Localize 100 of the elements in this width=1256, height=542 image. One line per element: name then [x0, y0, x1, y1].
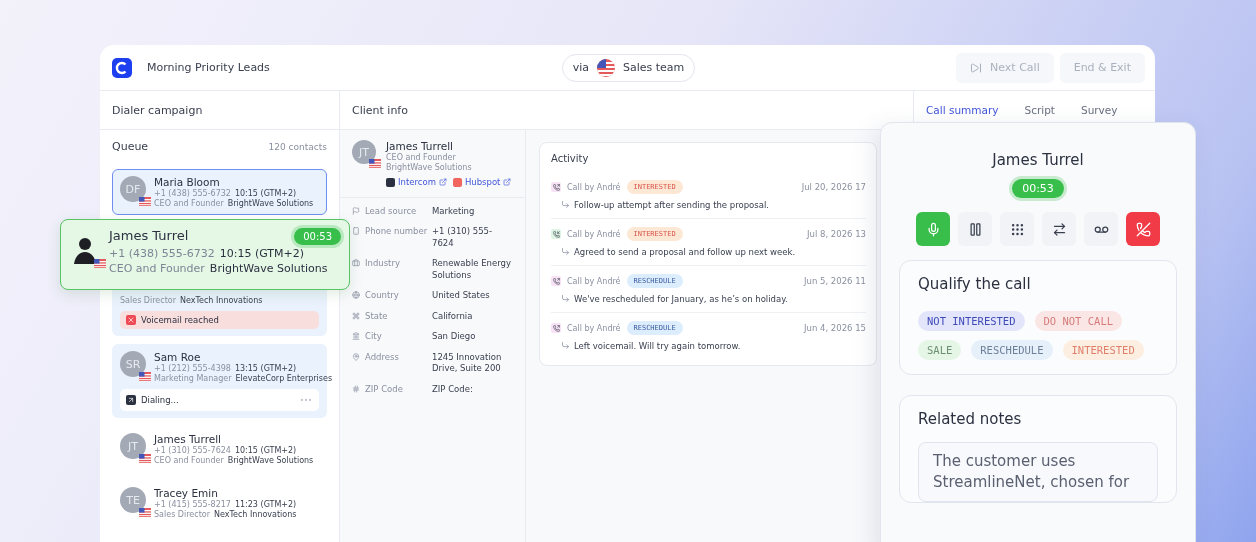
column-title: Dialer campaign: [100, 91, 339, 130]
field-label: Country: [352, 290, 432, 302]
contact-company: BrightWave Solutions: [227, 199, 314, 208]
status-text: Dialing...: [141, 395, 179, 405]
us-flag-icon: [139, 372, 151, 381]
field-value: +1 (310) 555-7624: [432, 226, 494, 250]
field-value: Renewable Energy Solutions: [432, 258, 512, 282]
contact-role: Sales Director: [154, 510, 210, 519]
contact-company: NexTech Innovations: [214, 510, 297, 519]
voicemail-button[interactable]: [1084, 212, 1118, 246]
campaign-title: Morning Priority Leads: [147, 61, 270, 74]
card-title: Related notes: [918, 410, 1023, 428]
call-note: Follow-up attempt after sending the proposal.: [551, 200, 866, 210]
avatar: TE: [120, 487, 146, 513]
pause-icon: [967, 221, 983, 237]
field-label: Lead source: [352, 206, 432, 218]
outcome-chip[interactable]: SALE: [918, 340, 962, 360]
flag-icon: [352, 207, 360, 215]
reply-arrow-icon: [561, 341, 570, 350]
queue-item[interactable]: TE Tracey Emin +1 (415) 555-8217 11:23 (GTM+2) Sales Director NexTech Innovations: [112, 480, 327, 526]
caller-text: Call by André: [567, 182, 621, 192]
queue-title: Queue: [112, 140, 149, 153]
reply-arrow-icon: [561, 294, 570, 303]
contact-role: CEO and Founder: [154, 456, 224, 465]
call-note: Left voicemail. Will try again tomorrow.: [551, 341, 866, 351]
contact-name: James Turrell: [154, 433, 221, 445]
us-flag-icon: [139, 454, 151, 463]
field-label: Address: [352, 351, 432, 375]
arrow-icon: [126, 395, 136, 405]
close-icon: [126, 315, 136, 325]
us-flag-icon: [94, 259, 106, 268]
caller-phone: +1 (438) 555-6732: [109, 247, 215, 260]
contact-phone: +1 (415) 555-8217: [154, 500, 231, 509]
incoming-call-icon: [551, 229, 561, 239]
globe-icon: [352, 291, 360, 300]
transfer-button[interactable]: [1042, 212, 1076, 246]
call-note: We've rescheduled for January, as he’s on holiday.: [551, 294, 866, 304]
reply-arrow-icon: [561, 200, 570, 209]
external-link-icon: [438, 178, 447, 186]
caller-text: Call by André: [567, 323, 621, 333]
client-role: CEO and Founder: [386, 153, 457, 162]
us-flag-icon: [597, 58, 615, 77]
tab[interactable]: Call summary: [926, 104, 999, 116]
field-label: State: [352, 310, 432, 323]
contact-time: 10:15 (GTM+2): [234, 446, 297, 455]
queue-item[interactable]: JT James Turrell +1 (310) 555-7624 10:15 (GTM+2) CEO and Founder BrightWave Solutions: [112, 426, 327, 472]
call-timer: 00:53: [1012, 179, 1064, 198]
mic-icon: [925, 221, 941, 237]
us-flag-icon: [139, 197, 151, 206]
outgoing-call-icon: [551, 276, 561, 286]
contact-role: Marketing Manager: [154, 374, 232, 383]
app-icon: [452, 177, 462, 187]
call-date: Jun 4, 2026 15: [804, 323, 866, 333]
contact-role: Sales Director: [120, 296, 176, 305]
outcome-chip[interactable]: NOT INTERESTED: [918, 311, 1025, 331]
field-value: California: [432, 310, 474, 323]
call-date: Jul 8, 2026 13: [807, 229, 866, 239]
card-title: Activity: [551, 153, 590, 164]
caller-role: CEO and Founder: [109, 262, 205, 275]
contact-company: BrightWave Solutions: [227, 456, 314, 465]
field-label: City: [352, 331, 432, 343]
field-label: Phone number: [352, 226, 432, 250]
contact-phone: +1 (438) 555-6732: [154, 189, 231, 198]
integration-link[interactable]: Hubspot: [452, 177, 512, 187]
avatar: DF: [120, 176, 146, 202]
field-value: United States: [432, 290, 491, 302]
phone-icon: [352, 227, 360, 236]
status-text: Voicemail reached: [141, 315, 219, 325]
contact-time: 11:23 (GTM+2): [234, 500, 297, 509]
transfer-icon: [1051, 221, 1067, 237]
outcome-chip[interactable]: RESCHEDULE: [971, 340, 1053, 360]
contact-company: ElevateCorp Enterprises: [235, 374, 333, 383]
app-icon: [386, 177, 395, 187]
contact-time: 13:15 (GTM+2): [234, 364, 297, 373]
logo-icon: [112, 57, 132, 78]
outgoing-call-icon: [551, 182, 561, 192]
reply-arrow-icon: [561, 247, 570, 256]
caller-text: Call by André: [567, 276, 621, 286]
integration-link[interactable]: Intercom: [386, 177, 447, 187]
field-value: ZIP Code:: [432, 383, 474, 396]
caller-name: James Turrel: [992, 151, 1084, 169]
tab[interactable]: Survey: [1080, 104, 1118, 116]
avatar: JT: [352, 140, 376, 164]
pause-button[interactable]: [958, 212, 992, 246]
contact-time: 10:15 (GTM+2): [234, 189, 297, 198]
keypad-button[interactable]: [1000, 212, 1034, 246]
field-label: Industry: [352, 258, 432, 282]
hangup-button[interactable]: [1126, 212, 1160, 246]
tab[interactable]: Script: [1024, 104, 1055, 116]
card-title: Qualify the call: [918, 275, 1032, 293]
contact-name: Sam Roe: [154, 351, 202, 363]
keypad-icon: [1009, 221, 1025, 237]
caller-company: BrightWave Solutions: [209, 262, 328, 275]
contact-name: Tracey Emin: [154, 487, 218, 499]
call-date: Jul 20, 2026 17: [801, 182, 866, 192]
avatar: JT: [120, 433, 146, 459]
us-flag-icon: [139, 508, 151, 517]
contact-role: CEO and Founder: [154, 199, 224, 208]
queue-item[interactable]: DF Maria Bloom +1 (438) 555-6732 10:15 (GTM+2) CEO and Founder BrightWave Solutions: [112, 169, 327, 215]
contact-phone: +1 (212) 555-4398: [154, 364, 231, 373]
